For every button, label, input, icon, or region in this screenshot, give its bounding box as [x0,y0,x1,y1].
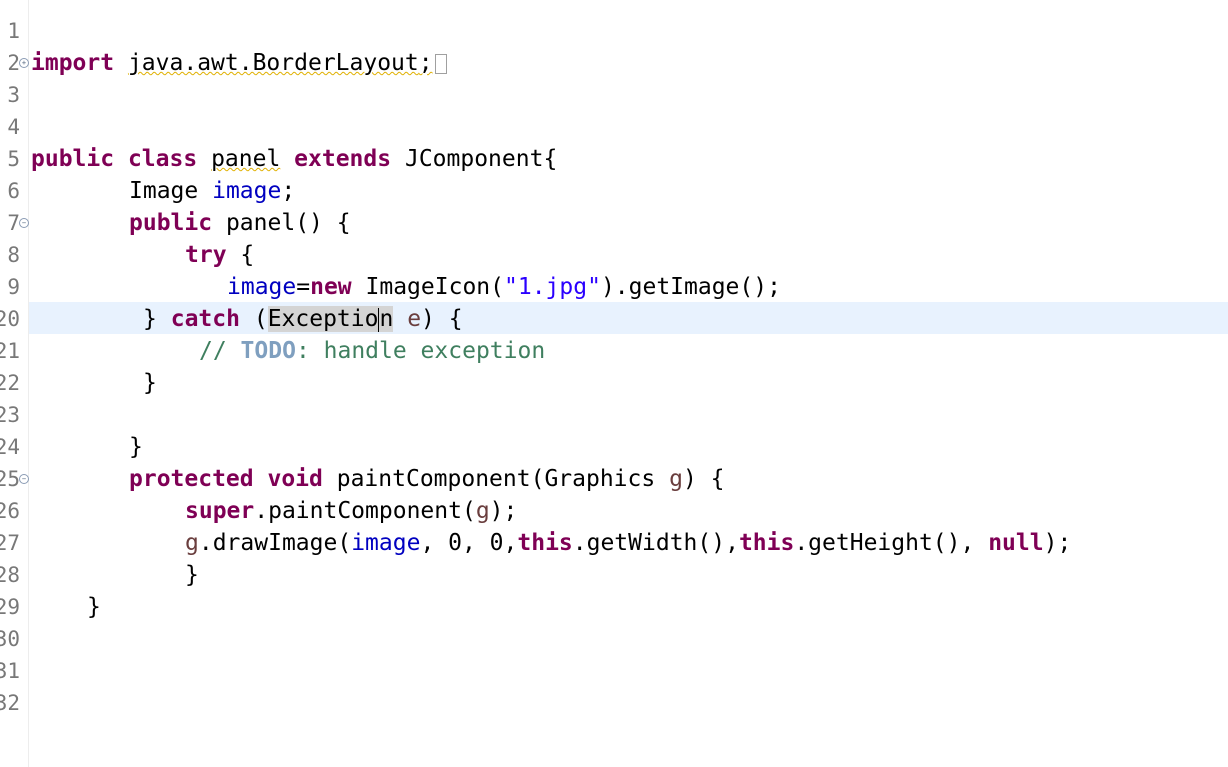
method-call: ).getImage(); [600,274,781,300]
code-line-29[interactable]: 29 } [0,559,199,619]
code-line-5[interactable]: 5 [0,111,55,171]
method-call: .drawImage( [198,530,352,556]
code-line-32[interactable]: 32 [0,655,55,715]
exception-type: Exception [267,306,394,332]
comment: : handle exception [295,338,546,364]
code-line-20[interactable]: 20 image=new ImageIcon("1.jpg").getImage… [0,271,781,331]
brace: ) { [682,466,725,492]
keyword: class [127,146,198,172]
type-name: Image [129,178,199,204]
code-line-8[interactable]: 8 − public panel() { [0,207,350,267]
code-line-6[interactable]: 6 public class panel extends JComponent{ [0,143,557,203]
field-name: image [351,530,421,556]
punctuation: ); [489,498,518,524]
keyword: this [517,530,573,556]
punctuation: ); [1043,530,1072,556]
code-editor[interactable]: 1 2 3 + import java.awt.BorderLayout; 4 … [0,0,1228,767]
todo-tag: TODO [240,338,296,364]
keyword: null [988,530,1044,556]
code-line-21[interactable]: 21 } catch (Exception e) { [0,303,463,363]
method-call: .getHeight(), [794,530,989,556]
code-line-30[interactable]: 30 } [0,591,101,651]
semicolon: ; [418,50,433,76]
method-signature: paintComponent(Graphics [336,466,656,492]
code-line-27[interactable]: 27 super.paintComponent(g); [0,495,517,555]
parameter: g [185,530,199,556]
keyword: import [31,50,115,76]
folded-imports-icon[interactable] [434,53,447,74]
keyword: super [185,498,255,524]
method-call: .paintComponent( [254,498,476,524]
keyword: public [31,146,115,172]
keyword: public [129,210,213,236]
code-line-24[interactable]: 24 [0,399,55,459]
superclass: JComponent{ [404,146,558,172]
code-line-31[interactable]: 31 [0,623,55,683]
code-line-23[interactable]: 23 } [0,367,157,427]
brace: { [240,242,255,268]
brace: ) { [421,306,463,332]
field-name: image [227,274,297,300]
code-line-22[interactable]: 22 // TODO: handle exception [0,335,545,395]
code-line-9[interactable]: 9 try { [0,239,254,299]
parameter: g [669,466,683,492]
brace: } [143,370,157,396]
code-line-2[interactable]: 2 [0,15,55,75]
keyword: extends [294,146,392,172]
brace: } [143,306,157,332]
keyword: catch [170,306,240,332]
keyword: protected [129,466,254,492]
method-call: ImageIcon( [365,274,504,300]
field-name: image [212,178,282,204]
string-literal: "1.jpg" [504,274,601,300]
code-line-3[interactable]: 3 + import java.awt.BorderLayout; [0,47,447,107]
class-name: panel [211,146,281,172]
comment: // [199,338,241,364]
keyword: try [185,242,227,268]
catch-parameter: e [407,306,422,332]
code-line-25[interactable]: 25 } [0,431,143,491]
keyword: new [310,274,352,300]
code-line-1[interactable]: 1 [0,0,55,43]
code-line-26[interactable]: 26 − protected void paintComponent(Graph… [0,463,725,523]
constructor-signature: panel() { [225,210,351,236]
brace: } [185,562,199,588]
paren: ( [253,306,268,332]
method-call: .getWidth(), [572,530,739,556]
keyword: this [738,530,795,556]
line-number: 32 [0,691,20,715]
keyword: void [267,466,323,492]
expand-fold-icon[interactable]: + [19,58,29,68]
collapse-fold-icon[interactable]: − [19,474,29,484]
operator: = [296,274,311,300]
code-line-4[interactable]: 4 [0,79,55,139]
arguments: , 0, 0, [420,530,518,556]
parameter: g [475,498,490,524]
code-line-28[interactable]: 28 g.drawImage(image, 0, 0,this.getWidth… [0,527,1071,587]
code-line-7[interactable]: 7 Image image; [0,175,295,235]
semicolon: ; [281,178,296,204]
import-path: java.awt.BorderLayout [127,50,419,76]
brace: } [87,594,101,620]
collapse-fold-icon[interactable]: − [19,218,29,228]
brace: } [129,434,143,460]
